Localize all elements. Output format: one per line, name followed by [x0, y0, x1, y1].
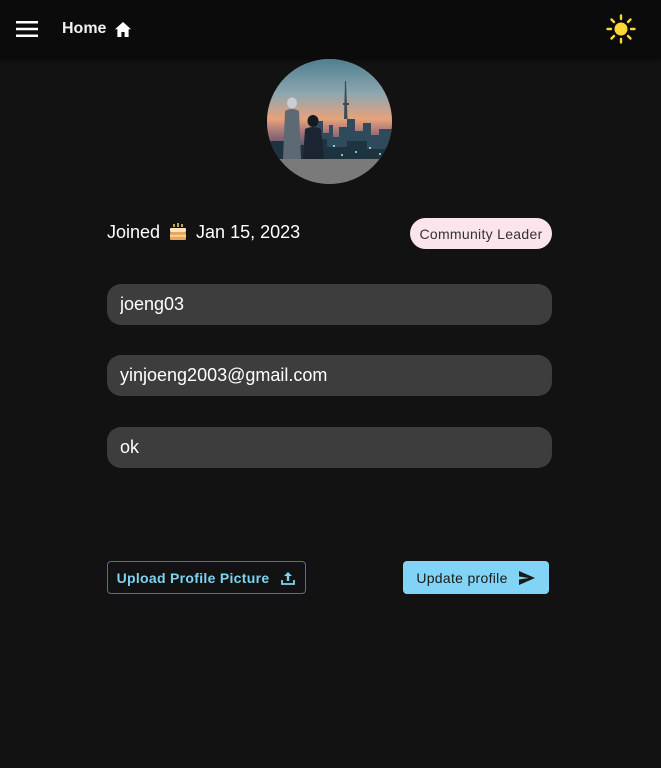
- app-bar: Home: [0, 0, 661, 58]
- hamburger-menu-icon: [16, 21, 38, 37]
- joined-label: Joined: [107, 221, 161, 242]
- update-profile-button[interactable]: Update profile: [403, 561, 549, 594]
- sun-icon: [606, 14, 636, 44]
- send-icon: [518, 570, 536, 586]
- upload-profile-picture-button[interactable]: Upload Profile Picture: [107, 561, 306, 594]
- birthday-cake-icon: [168, 222, 188, 242]
- home-link[interactable]: Home: [62, 17, 132, 41]
- upload-icon: [280, 570, 296, 586]
- theme-toggle-button[interactable]: [604, 12, 638, 46]
- role-badge: Community Leader: [410, 218, 552, 249]
- upload-button-label: Upload Profile Picture: [116, 569, 270, 586]
- update-button-label: Update profile: [416, 569, 508, 586]
- home-icon: [115, 21, 132, 37]
- profile-avatar[interactable]: [267, 59, 392, 184]
- email-field[interactable]: [107, 355, 552, 396]
- bio-field[interactable]: [107, 427, 552, 468]
- joined-date: Jan 15, 2023: [196, 221, 301, 242]
- username-field[interactable]: [107, 284, 552, 325]
- menu-button[interactable]: [12, 14, 42, 44]
- joined-info: Joined Jan 15, 2023: [107, 220, 300, 244]
- home-label: Home: [62, 20, 107, 37]
- avatar-image: [267, 59, 392, 184]
